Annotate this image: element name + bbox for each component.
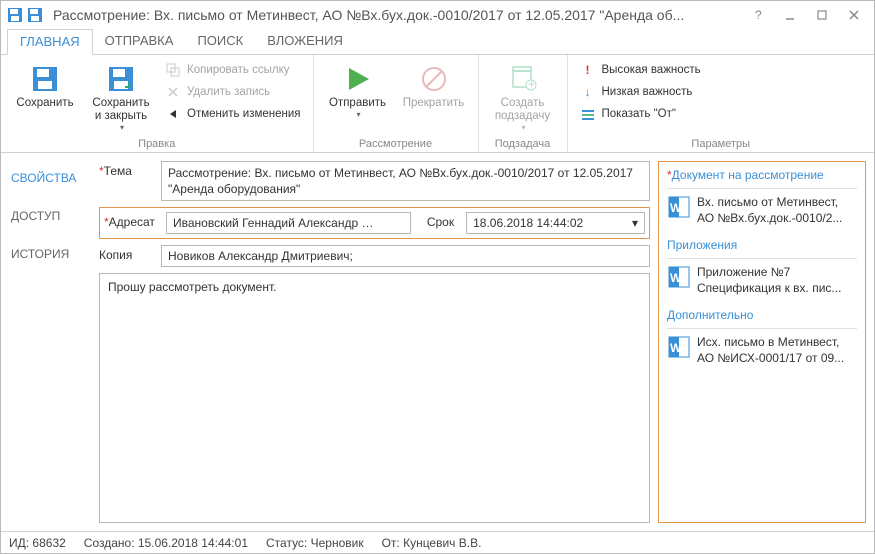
- chevron-down-icon: ▾: [521, 123, 525, 132]
- save-icon: [29, 63, 61, 95]
- rp-document-item[interactable]: W Вх. письмо от Метинвест,АО №Вх.бух.док…: [667, 195, 857, 226]
- show-from-icon: [580, 106, 596, 122]
- addressee-input[interactable]: Ивановский Геннадий Александр …: [166, 212, 411, 234]
- play-icon: [342, 63, 374, 95]
- status-from: От: Кунцевич В.В.: [382, 536, 482, 550]
- show-from-button[interactable]: Показать "От": [576, 103, 705, 125]
- chevron-down-icon: ▾: [120, 123, 124, 132]
- rp-additional-item[interactable]: W Исх. письмо в Метинвест,АО №ИСХ-0001/1…: [667, 335, 857, 366]
- edit-group-label: Правка: [9, 136, 305, 150]
- rp-header-additional: Дополнительно: [667, 308, 857, 329]
- deadline-label: Срок: [417, 212, 460, 232]
- delete-icon: [165, 84, 181, 100]
- dropdown-icon: ▾: [632, 216, 638, 230]
- review-group-label: Рассмотрение: [322, 136, 470, 150]
- tab-search[interactable]: ПОИСК: [185, 29, 255, 54]
- rp-attachment-item[interactable]: W Приложение №7Спецификация к вх. пис...: [667, 265, 857, 296]
- undo-icon: [165, 106, 181, 122]
- save-label: Сохранить: [16, 97, 73, 110]
- copy-label: Копия: [99, 245, 155, 262]
- subject-input[interactable]: Рассмотрение: Вх. письмо от Метинвест, А…: [161, 161, 650, 201]
- copy-input[interactable]: Новиков Александр Дмитриевич;: [161, 245, 650, 267]
- close-button[interactable]: [840, 5, 868, 25]
- low-priority-button[interactable]: ↓ Низкая важность: [576, 81, 705, 103]
- chevron-down-icon: ▾: [356, 110, 360, 119]
- quick-save-alt-icon[interactable]: [27, 7, 43, 23]
- body-textarea[interactable]: Прошу рассмотреть документ.: [99, 273, 650, 523]
- deadline-input[interactable]: 18.06.2018 14:44:02 ▾: [466, 212, 645, 234]
- addressee-label: *Адресат: [104, 212, 160, 229]
- subtask-button[interactable]: + Создать подзадачу ▾: [487, 59, 559, 136]
- tab-main[interactable]: ГЛАВНАЯ: [7, 29, 93, 55]
- minimize-button[interactable]: [776, 5, 804, 25]
- status-id: ИД: 68632: [9, 536, 66, 550]
- save-close-label: Сохранить и закрыть: [92, 97, 149, 123]
- undo-button[interactable]: Отменить изменения: [161, 103, 305, 125]
- svg-text:+: +: [528, 77, 535, 91]
- arrow-down-icon: ↓: [580, 84, 596, 100]
- subtask-group-label: Подзадача: [487, 136, 559, 150]
- params-group-label: Параметры: [576, 136, 867, 150]
- subject-label: *Тема: [99, 161, 155, 178]
- rp-header-attachments: Приложения: [667, 238, 857, 259]
- delete-button[interactable]: Удалить запись: [161, 81, 305, 103]
- svg-text:W: W: [670, 201, 682, 215]
- subtask-icon: +: [507, 63, 539, 95]
- tab-attach[interactable]: ВЛОЖЕНИЯ: [255, 29, 355, 54]
- stop-button[interactable]: Прекратить: [398, 59, 470, 114]
- word-icon: W: [667, 335, 691, 359]
- svg-text:W: W: [670, 341, 682, 355]
- rp-header-review-doc: *Документ на рассмотрение: [667, 168, 857, 189]
- stop-icon: [418, 63, 450, 95]
- left-tab-access[interactable]: ДОСТУП: [1, 197, 93, 235]
- high-priority-button[interactable]: ! Высокая важность: [576, 59, 705, 81]
- link-icon: [165, 62, 181, 78]
- svg-text:?: ?: [755, 9, 762, 21]
- status-created: Создано: 15.06.2018 14:44:01: [84, 536, 248, 550]
- tab-send[interactable]: ОТПРАВКА: [93, 29, 186, 54]
- word-icon: W: [667, 195, 691, 219]
- left-tab-properties[interactable]: СВОЙСТВА: [1, 159, 93, 197]
- help-button[interactable]: ?: [744, 5, 772, 25]
- send-button[interactable]: Отправить ▾: [322, 59, 394, 123]
- save-close-icon: [105, 63, 137, 95]
- copy-link-button[interactable]: Копировать ссылку: [161, 59, 305, 81]
- save-button[interactable]: Сохранить: [9, 59, 81, 114]
- word-icon: W: [667, 265, 691, 289]
- svg-text:W: W: [670, 271, 682, 285]
- save-close-button[interactable]: Сохранить и закрыть ▾: [85, 59, 157, 136]
- window-title: Рассмотрение: Вх. письмо от Метинвест, А…: [47, 7, 740, 23]
- exclaim-icon: !: [580, 62, 596, 78]
- left-tab-history[interactable]: ИСТОРИЯ: [1, 235, 93, 273]
- maximize-button[interactable]: [808, 5, 836, 25]
- status-state: Статус: Черновик: [266, 536, 364, 550]
- quick-save-icon[interactable]: [7, 7, 23, 23]
